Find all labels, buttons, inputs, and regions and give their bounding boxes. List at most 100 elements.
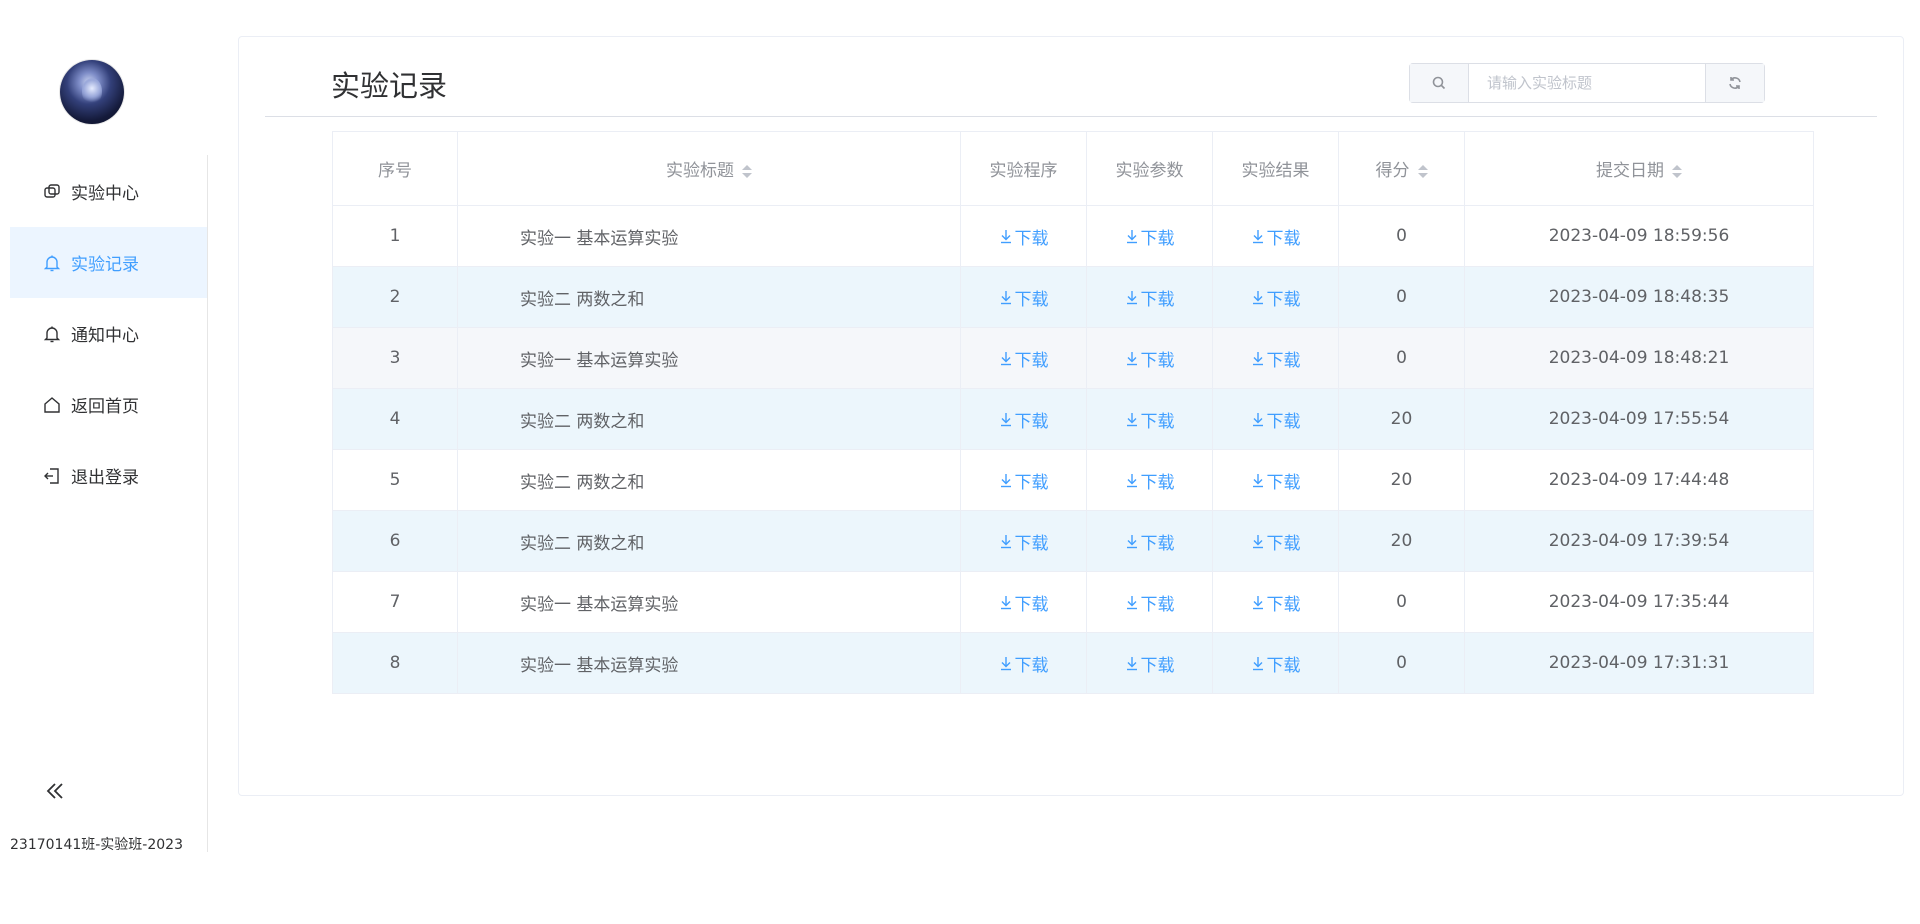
- params-download-link[interactable]: 下载: [1125, 468, 1175, 493]
- result-download-link[interactable]: 下载: [1251, 590, 1301, 615]
- download-label: 下载: [1140, 228, 1175, 249]
- result-download-link[interactable]: 下载: [1251, 468, 1301, 493]
- download-icon: [999, 290, 1015, 305]
- params-download-link[interactable]: 下载: [1125, 285, 1175, 310]
- bell-icon: [41, 252, 63, 274]
- sidebar-item-label: 返回首页: [71, 397, 139, 417]
- header-params: 实验参数: [1086, 131, 1213, 206]
- sidebar-item-experiment-records[interactable]: 实验记录: [10, 227, 207, 298]
- double-chevron-left-icon[interactable]: [42, 778, 68, 804]
- program-download-link[interactable]: 下载: [999, 407, 1049, 432]
- program-download-link[interactable]: 下载: [999, 224, 1049, 249]
- program-cell: 下载: [960, 632, 1087, 694]
- table-body: 1 实验一 基本运算实验 下载 下载 下载 0 2023-04-09 18:59:56 2 实验…: [332, 205, 1814, 694]
- download-icon: [1125, 473, 1141, 488]
- download-icon: [1125, 351, 1141, 366]
- title-divider: [265, 116, 1877, 117]
- row-score: 0: [1338, 327, 1465, 389]
- class-info: 23170141班-实验班-2023: [10, 837, 183, 853]
- table-row[interactable]: 1 实验一 基本运算实验 下载 下载 下载 0 2023-04-09 18:59:56: [332, 205, 1814, 267]
- search-box: [1409, 63, 1765, 103]
- header-result: 实验结果: [1212, 131, 1339, 206]
- row-title: 实验二 两数之和: [457, 388, 961, 450]
- download-label: 下载: [1014, 472, 1049, 493]
- program-download-link[interactable]: 下载: [999, 651, 1049, 676]
- row-score: 0: [1338, 266, 1465, 328]
- search-icon[interactable]: [1410, 64, 1469, 102]
- params-download-link[interactable]: 下载: [1125, 529, 1175, 554]
- download-label: 下载: [1266, 472, 1301, 493]
- row-title: 实验二 两数之和: [457, 510, 961, 572]
- user-avatar[interactable]: [60, 60, 124, 124]
- program-download-link[interactable]: 下载: [999, 468, 1049, 493]
- params-cell: 下载: [1086, 388, 1213, 450]
- program-download-link[interactable]: 下载: [999, 590, 1049, 615]
- sidebar-item-notification-center[interactable]: 通知中心: [10, 298, 207, 369]
- sidebar-item-home[interactable]: 返回首页: [10, 369, 207, 440]
- download-icon: [999, 473, 1015, 488]
- row-date: 2023-04-09 17:31:31: [1464, 632, 1814, 694]
- result-download-link[interactable]: 下载: [1251, 346, 1301, 371]
- download-label: 下载: [1014, 594, 1049, 615]
- sort-icon[interactable]: [1417, 164, 1428, 178]
- result-download-link[interactable]: 下载: [1251, 407, 1301, 432]
- row-title: 实验一 基本运算实验: [457, 327, 961, 389]
- download-icon: [1251, 229, 1267, 244]
- download-label: 下载: [1266, 594, 1301, 615]
- table-row[interactable]: 3 实验一 基本运算实验 下载 下载 下载 0 2023-04-09 18:48:21: [332, 327, 1814, 389]
- refresh-button[interactable]: [1705, 64, 1764, 102]
- download-icon: [1125, 595, 1141, 610]
- records-table: 序号 实验标题 实验程序 实验参数 实验结果 得分 提交日期 1 实验一 基本运算…: [332, 131, 1814, 694]
- download-icon: [1125, 412, 1141, 427]
- sidebar-item-label: 通知中心: [71, 326, 139, 346]
- params-download-link[interactable]: 下载: [1125, 590, 1175, 615]
- sidebar-item-label: 实验中心: [71, 184, 139, 204]
- program-download-link[interactable]: 下载: [999, 529, 1049, 554]
- sidebar-item-logout[interactable]: 退出登录: [10, 440, 207, 511]
- row-index: 1: [332, 205, 458, 267]
- table-row[interactable]: 4 实验二 两数之和 下载 下载 下载 20 2023-04-09 17:55:54: [332, 388, 1814, 450]
- result-download-link[interactable]: 下载: [1251, 651, 1301, 676]
- result-download-link[interactable]: 下载: [1251, 224, 1301, 249]
- params-download-link[interactable]: 下载: [1125, 346, 1175, 371]
- download-icon: [1125, 229, 1141, 244]
- sort-icon[interactable]: [1672, 164, 1682, 178]
- table-row[interactable]: 2 实验二 两数之和 下载 下载 下载 0 2023-04-09 18:48:35: [332, 266, 1814, 328]
- table-row[interactable]: 7 实验一 基本运算实验 下载 下载 下载 0 2023-04-09 17:35:44: [332, 571, 1814, 633]
- table-row[interactable]: 5 实验二 两数之和 下载 下载 下载 20 2023-04-09 17:44:48: [332, 449, 1814, 511]
- result-cell: 下载: [1212, 205, 1339, 267]
- params-download-link[interactable]: 下载: [1125, 407, 1175, 432]
- row-score: 20: [1338, 449, 1465, 511]
- row-index: 4: [332, 388, 458, 450]
- sort-icon[interactable]: [742, 164, 752, 178]
- row-date: 2023-04-09 17:44:48: [1464, 449, 1814, 511]
- params-download-link[interactable]: 下载: [1125, 651, 1175, 676]
- result-cell: 下载: [1212, 571, 1339, 633]
- params-cell: 下载: [1086, 205, 1213, 267]
- result-download-link[interactable]: 下载: [1251, 529, 1301, 554]
- table-row[interactable]: 6 实验二 两数之和 下载 下载 下载 20 2023-04-09 17:39:54: [332, 510, 1814, 572]
- main-card: 实验记录 序号 实验标题 实验程序 实验参数 实验结果 得分 提: [238, 36, 1904, 796]
- program-download-link[interactable]: 下载: [999, 346, 1049, 371]
- row-date: 2023-04-09 17:55:54: [1464, 388, 1814, 450]
- row-date: 2023-04-09 18:59:56: [1464, 205, 1814, 267]
- download-label: 下载: [1140, 594, 1175, 615]
- result-download-link[interactable]: 下载: [1251, 285, 1301, 310]
- header-score[interactable]: 得分: [1338, 131, 1465, 206]
- search-input[interactable]: [1469, 64, 1705, 102]
- download-icon: [1251, 595, 1267, 610]
- download-label: 下载: [1014, 533, 1049, 554]
- params-download-link[interactable]: 下载: [1125, 224, 1175, 249]
- program-download-link[interactable]: 下载: [999, 285, 1049, 310]
- download-label: 下载: [1266, 533, 1301, 554]
- sidebar-item-label: 退出登录: [71, 468, 139, 488]
- program-cell: 下载: [960, 449, 1087, 511]
- params-cell: 下载: [1086, 510, 1213, 572]
- header-title[interactable]: 实验标题: [457, 131, 961, 206]
- params-cell: 下载: [1086, 571, 1213, 633]
- header-date[interactable]: 提交日期: [1464, 131, 1814, 206]
- table-row[interactable]: 8 实验一 基本运算实验 下载 下载 下载 0 2023-04-09 17:31:31: [332, 632, 1814, 694]
- sidebar-item-experiment-center[interactable]: 实验中心: [10, 156, 207, 227]
- result-cell: 下载: [1212, 510, 1339, 572]
- download-icon: [1125, 534, 1141, 549]
